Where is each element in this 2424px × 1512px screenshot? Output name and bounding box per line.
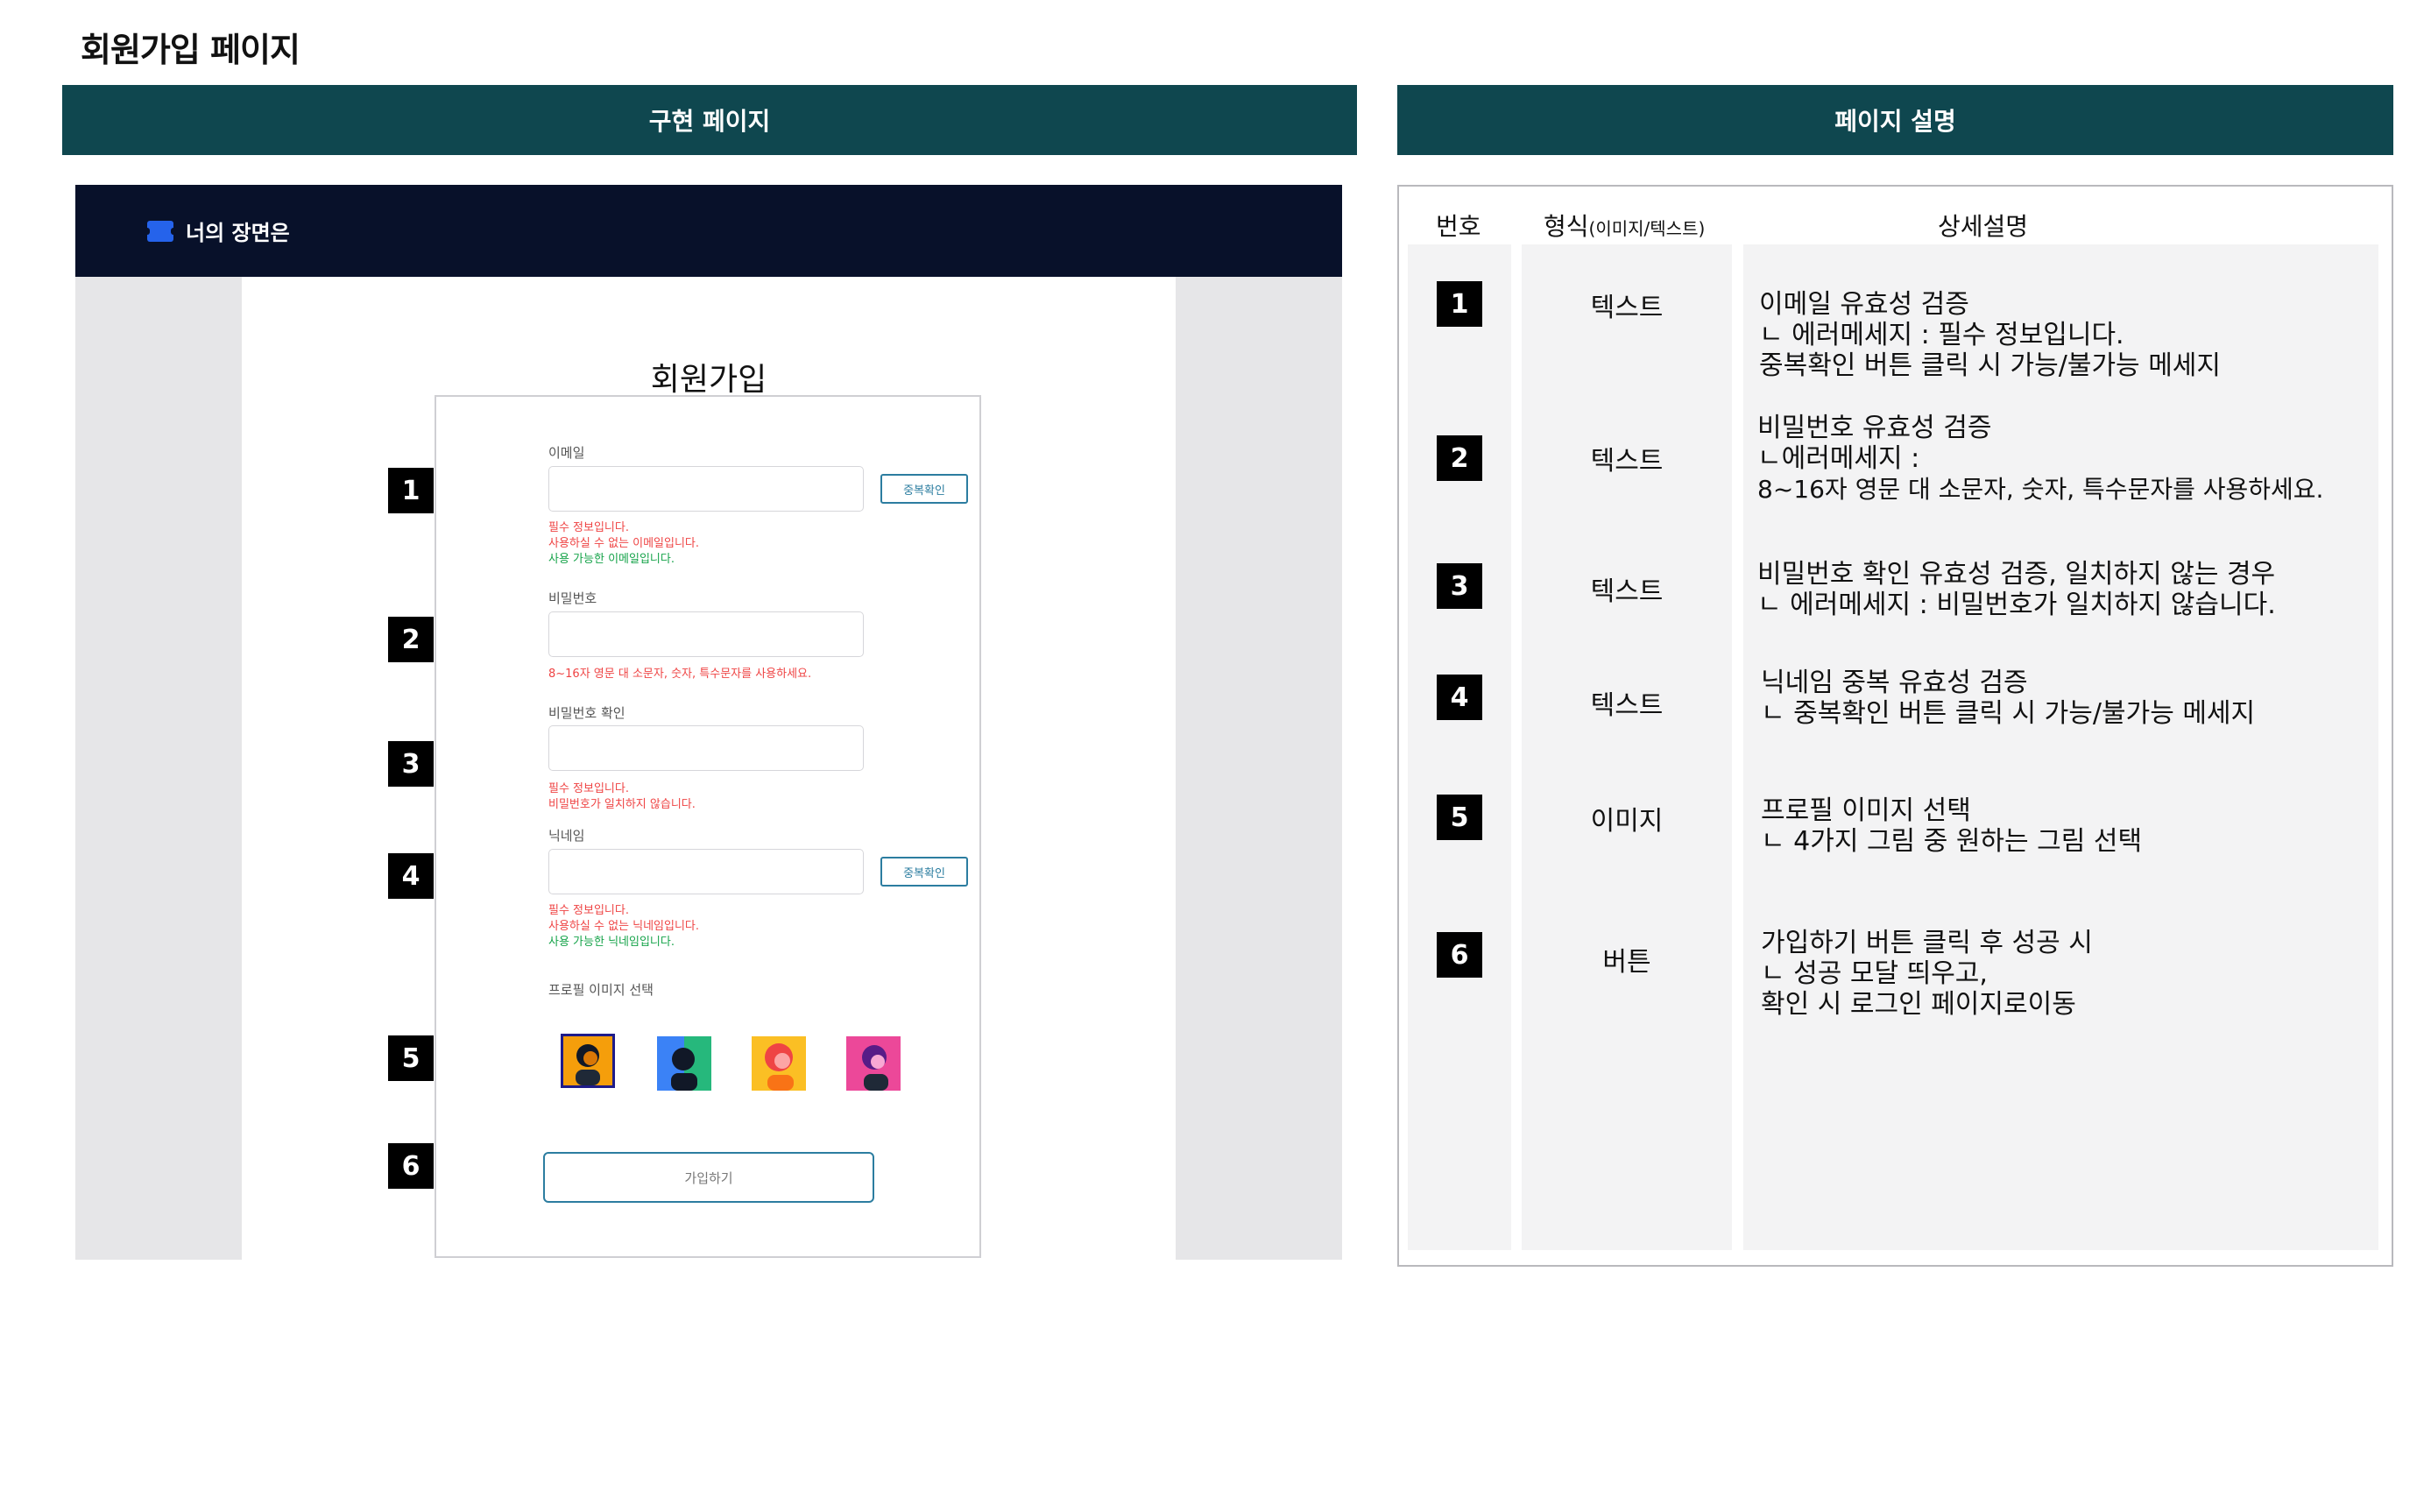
marker-5: 5 xyxy=(388,1035,434,1081)
password-rule-message: 8~16자 영문 대 소문자, 숫자, 특수문자를 사용하세요. xyxy=(548,668,812,681)
password-confirm-input[interactable] xyxy=(548,725,864,771)
row-3-line-1: 비밀번호 확인 유효성 검증, 일치하지 않는 경우 xyxy=(1757,559,2276,590)
row-2-line-3: 8~16자 영문 대 소문자, 숫자, 특수문자를 사용하세요. xyxy=(1757,475,2324,504)
row-1-number: 1 xyxy=(1437,281,1482,327)
avatar-option-3[interactable] xyxy=(752,1036,806,1091)
row-6-type: 버튼 xyxy=(1602,947,1651,978)
signup-form: 이메일 중복확인 필수 정보입니다. 사용하실 수 없는 이메일입니다. 사용 … xyxy=(435,395,981,1258)
avatar-option-4[interactable] xyxy=(846,1036,901,1091)
person-icon xyxy=(657,1036,711,1091)
row-1-detail: 이메일 유효성 검증 ㄴ 에러메세지 : 필수 정보입니다. 중복확인 버튼 클… xyxy=(1759,289,2221,381)
implementation-header: 구현 페이지 xyxy=(62,85,1357,155)
detail-column xyxy=(1743,244,2378,1250)
avatar-option-1[interactable] xyxy=(561,1034,615,1088)
row-2-line-1: 비밀번호 유효성 검증 xyxy=(1757,413,1992,443)
row-5-detail: 프로필 이미지 선택 ㄴ 4가지 그림 중 원하는 그림 선택 xyxy=(1761,795,2142,857)
row-4-type: 텍스트 xyxy=(1590,690,1664,721)
email-label: 이메일 xyxy=(548,445,585,461)
row-4-line-1: 닉네임 중복 유효성 검증 xyxy=(1761,668,2028,698)
col-header-number: 번호 xyxy=(1436,212,1481,241)
row-4-detail: 닉네임 중복 유효성 검증 ㄴ 중복확인 버튼 클릭 시 가능/불가능 메세지 xyxy=(1761,668,2255,729)
password-mismatch-message: 비밀번호가 일치하지 않습니다. xyxy=(548,798,696,811)
row-5-type: 이미지 xyxy=(1590,806,1664,837)
page-title: 회원가입 페이지 xyxy=(81,31,300,69)
type-column xyxy=(1522,244,1732,1250)
row-1-line-1: 이메일 유효성 검증 xyxy=(1759,289,1969,320)
row-2-number: 2 xyxy=(1437,435,1482,481)
password-confirm-label: 비밀번호 확인 xyxy=(548,705,625,721)
col-header-type-label: 형식 xyxy=(1544,212,1589,241)
description-table: 번호 형식(이미지/텍스트) 상세설명 1 텍스트 이메일 유효성 검증 ㄴ 에… xyxy=(1397,185,2393,1267)
row-3-type: 텍스트 xyxy=(1590,576,1664,607)
signup-submit-button[interactable]: 가입하기 xyxy=(543,1152,874,1203)
email-check-button[interactable]: 중복확인 xyxy=(880,474,968,504)
number-column xyxy=(1408,244,1511,1250)
person-icon xyxy=(752,1036,806,1091)
brand-name[interactable]: 너의 장면은 xyxy=(186,215,290,246)
row-1-line-2: ㄴ 에러메세지 : 필수 정보입니다. xyxy=(1759,320,2124,350)
nickname-available-message: 사용 가능한 닉네임입니다. xyxy=(548,936,675,949)
marker-4: 4 xyxy=(388,853,434,899)
navbar: 너의 장면은 xyxy=(75,185,1342,277)
row-6-detail: 가입하기 버튼 클릭 후 성공 시 ㄴ 성공 모달 띄우고, 확인 시 로그인 … xyxy=(1761,928,2093,1020)
row-3-line-2: ㄴ 에러메세지 : 비밀번호가 일치하지 않습니다. xyxy=(1757,590,2276,620)
password-confirm-error-required: 필수 정보입니다. xyxy=(548,782,629,795)
nickname-label: 닉네임 xyxy=(548,828,585,844)
email-error-unavailable: 사용하실 수 없는 이메일입니다. xyxy=(548,537,700,550)
col-header-detail: 상세설명 xyxy=(1938,212,2029,241)
email-available-message: 사용 가능한 이메일입니다. xyxy=(548,553,675,566)
row-1-line-3: 중복확인 버튼 클릭 시 가능/불가능 메세지 xyxy=(1759,350,2221,381)
implementation-mockup: 너의 장면은 회원가입 이메일 중복확인 필수 정보입니다. 사용하실 수 없는… xyxy=(75,185,1342,1260)
row-5-line-1: 프로필 이미지 선택 xyxy=(1761,795,1971,826)
password-input[interactable] xyxy=(548,611,864,657)
description-header: 페이지 설명 xyxy=(1397,85,2393,155)
row-3-number: 3 xyxy=(1437,563,1482,609)
row-5-number: 5 xyxy=(1437,795,1482,840)
nickname-error-required: 필수 정보입니다. xyxy=(548,904,629,917)
row-6-line-2: ㄴ 성공 모달 띄우고, xyxy=(1761,958,1988,989)
row-4-number: 4 xyxy=(1437,675,1482,720)
row-4-line-2: ㄴ 중복확인 버튼 클릭 시 가능/불가능 메세지 xyxy=(1761,698,2256,729)
avatar-option-2[interactable] xyxy=(657,1036,711,1091)
marker-2: 2 xyxy=(388,617,434,662)
row-6-line-1: 가입하기 버튼 클릭 후 성공 시 xyxy=(1761,928,2093,958)
person-icon xyxy=(563,1036,612,1085)
marker-1: 1 xyxy=(388,468,434,513)
person-icon xyxy=(846,1036,901,1091)
nickname-input[interactable] xyxy=(548,849,864,894)
email-input[interactable] xyxy=(548,466,864,512)
row-5-line-2: ㄴ 4가지 그림 중 원하는 그림 선택 xyxy=(1761,826,2143,857)
nickname-check-button[interactable]: 중복확인 xyxy=(880,857,968,887)
content-area: 회원가입 이메일 중복확인 필수 정보입니다. 사용하실 수 없는 이메일입니다… xyxy=(242,277,1176,1260)
marker-3: 3 xyxy=(388,741,434,787)
password-label: 비밀번호 xyxy=(548,590,597,606)
row-1-type: 텍스트 xyxy=(1590,293,1664,323)
row-6-line-3: 확인 시 로그인 페이지로이동 xyxy=(1761,989,2076,1020)
row-2-type: 텍스트 xyxy=(1590,446,1664,477)
col-header-type: 형식(이미지/텍스트) xyxy=(1544,208,1705,243)
row-6-number: 6 xyxy=(1437,932,1482,978)
profile-label: 프로필 이미지 선택 xyxy=(548,982,654,998)
ticket-icon xyxy=(145,220,176,242)
signup-title: 회원가입 xyxy=(650,362,767,398)
marker-6: 6 xyxy=(388,1143,434,1189)
row-2-detail: 비밀번호 유효성 검증 ㄴ에러메세지 : 8~16자 영문 대 소문자, 숫자,… xyxy=(1757,413,2323,505)
nickname-error-unavailable: 사용하실 수 없는 닉네임입니다. xyxy=(548,920,700,933)
email-error-required: 필수 정보입니다. xyxy=(548,521,629,534)
row-2-line-2: ㄴ에러메세지 : xyxy=(1757,443,1920,474)
row-3-detail: 비밀번호 확인 유효성 검증, 일치하지 않는 경우 ㄴ 에러메세지 : 비밀번… xyxy=(1757,559,2276,620)
col-header-type-sub: (이미지/텍스트) xyxy=(1588,218,1706,239)
